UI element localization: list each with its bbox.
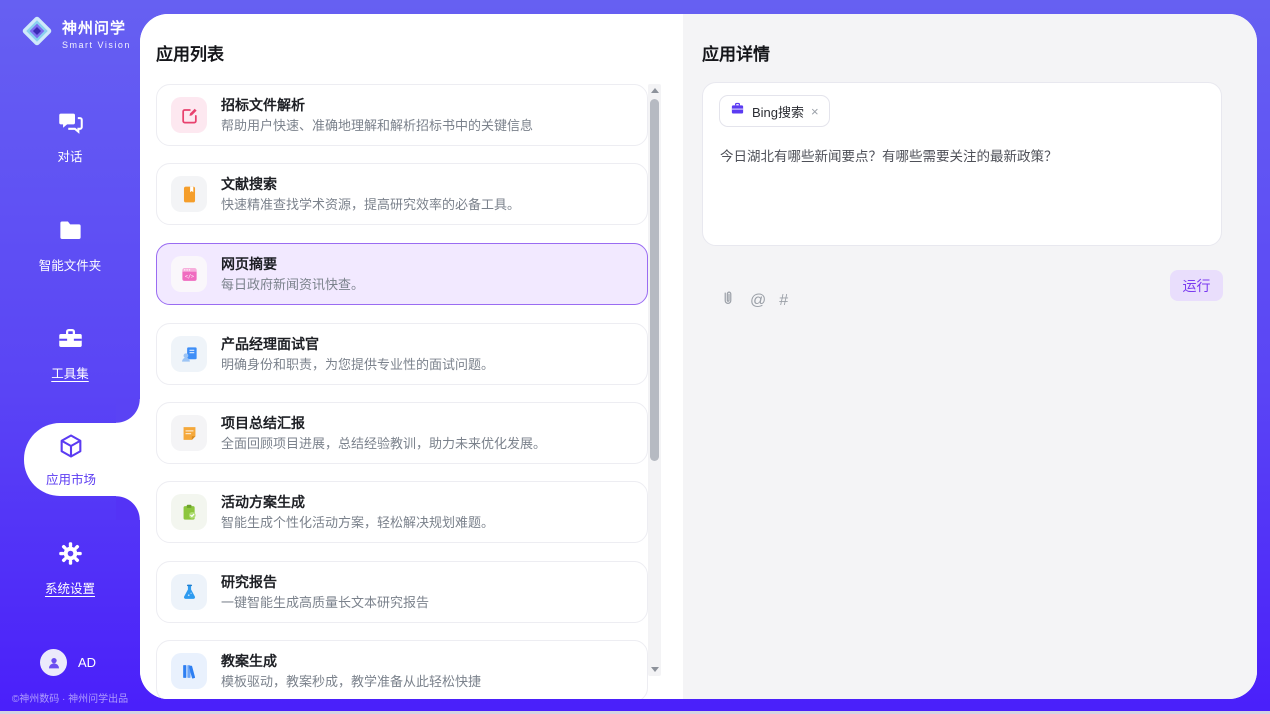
sidebar-item-toolset[interactable]: 工具集 [0, 325, 140, 382]
book-icon [171, 176, 207, 212]
app-card-title: 教案生成 [221, 652, 481, 670]
svg-text:</>: </> [184, 274, 193, 280]
sidebar-item-chat[interactable]: 对话 [0, 108, 140, 165]
person-icon [46, 655, 62, 671]
composer-toolbar: @ # [719, 288, 788, 313]
brand-name: 神州问学 [62, 17, 131, 38]
bubble-notch-top [116, 399, 140, 423]
app-card-title: 项目总结汇报 [221, 414, 546, 432]
flask-icon [171, 574, 207, 610]
app-detail-panel: 应用详情 Bing搜索 × 今日湖北有哪些新闻要点？有哪些需要关注的最新政策？ [683, 14, 1257, 699]
app-card-lesson-plan[interactable]: 教案生成 模板驱动，教案秒成，教学准备从此轻松快捷 [156, 640, 648, 699]
app-card-web-summary[interactable]: </> 网页摘要 每日政府新闻资讯快查。 [156, 243, 648, 305]
brand-logo-icon [18, 12, 56, 55]
app-card-pm-interviewer[interactable]: 产品经理面试官 明确身份和职责，为您提供专业性的面试问题。 [156, 323, 648, 385]
app-card-project-summary[interactable]: 项目总结汇报 全面回顾项目进展，总结经验教训，助力未来优化发展。 [156, 402, 648, 464]
toolbox-icon [57, 339, 84, 356]
tool-chip-bing-search[interactable]: Bing搜索 × [719, 95, 830, 127]
app-card-tender-analysis[interactable]: 招标文件解析 帮助用户快速、准确地理解和解析招标书中的关键信息 [156, 84, 648, 146]
copyright-text: ©神州数码 · 神州问学出品 [0, 690, 140, 705]
app-card-title: 活动方案生成 [221, 493, 494, 511]
app-list-panel: 应用列表 招标文件解析 帮助用户快速、准确地理解和解析招标书中的关键信息 [140, 14, 683, 699]
sidebar-item-settings[interactable]: 系统设置 [0, 540, 140, 597]
app-card-event-plan[interactable]: 活动方案生成 智能生成个性化活动方案，轻松解决规划难题。 [156, 481, 648, 543]
app-list-scrollbar[interactable] [648, 84, 661, 676]
app-card-desc: 一键智能生成高质量长文本研究报告 [221, 594, 429, 611]
run-button[interactable]: 运行 [1170, 270, 1223, 301]
bubble-notch-bottom [116, 496, 140, 520]
app-list-title: 应用列表 [156, 40, 224, 65]
briefcase-icon [730, 101, 745, 121]
sidebar-item-label: 系统设置 [0, 578, 140, 597]
at-icon[interactable]: @ [750, 292, 766, 310]
chip-close-icon[interactable]: × [811, 105, 819, 118]
app-card-desc: 模板驱动，教案秒成，教学准备从此轻松快捷 [221, 673, 481, 690]
sidebar: 神州问学 Smart Vision 对话 智能文件夹 [0, 0, 140, 714]
gear-icon [57, 554, 84, 571]
scroll-up-arrow[interactable] [648, 84, 661, 97]
books-icon [171, 653, 207, 689]
hash-icon[interactable]: # [779, 292, 788, 310]
scroll-down-arrow[interactable] [648, 663, 661, 676]
sidebar-item-smart-folder[interactable]: 智能文件夹 [0, 217, 140, 274]
cube-icon [57, 432, 85, 465]
main-panel: 应用列表 招标文件解析 帮助用户快速、准确地理解和解析招标书中的关键信息 [140, 14, 1257, 699]
sidebar-item-label: 对话 [0, 146, 140, 165]
app-card-title: 招标文件解析 [221, 96, 533, 114]
sidebar-item-label: 工具集 [0, 363, 140, 382]
app-detail-title: 应用详情 [702, 40, 770, 65]
folder-icon [57, 231, 84, 248]
paperclip-icon[interactable] [719, 288, 737, 313]
sidebar-item-label: 智能文件夹 [0, 255, 140, 274]
browser-code-icon: </> [171, 256, 207, 292]
app-card-desc: 明确身份和职责，为您提供专业性的面试问题。 [221, 356, 494, 373]
sidebar-item-app-market[interactable]: 应用市场 [24, 423, 140, 496]
brand: 神州问学 Smart Vision [18, 12, 131, 55]
tool-chip-label: Bing搜索 [752, 102, 804, 121]
sidebar-item-label: 应用市场 [46, 469, 96, 488]
app-card-title: 产品经理面试官 [221, 335, 494, 353]
chat-icon [57, 122, 84, 139]
app-card-desc: 每日政府新闻资讯快查。 [221, 276, 364, 293]
scrollbar-thumb[interactable] [650, 99, 659, 461]
app-window: 神州问学 Smart Vision 对话 智能文件夹 [0, 0, 1270, 714]
app-card-research-report[interactable]: 研究报告 一键智能生成高质量长文本研究报告 [156, 561, 648, 623]
query-text[interactable]: 今日湖北有哪些新闻要点？有哪些需要关注的最新政策？ [720, 145, 1200, 165]
note-icon [171, 415, 207, 451]
composer-card: Bing搜索 × 今日湖北有哪些新闻要点？有哪些需要关注的最新政策？ @ # [702, 82, 1222, 246]
app-card-literature-search[interactable]: 文献搜索 快速精准查找学术资源，提高研究效率的必备工具。 [156, 163, 648, 225]
app-card-desc: 全面回顾项目进展，总结经验教训，助力未来优化发展。 [221, 435, 546, 452]
app-card-title: 文献搜索 [221, 175, 520, 193]
interviewer-icon [171, 336, 207, 372]
app-card-desc: 智能生成个性化活动方案，轻松解决规划难题。 [221, 514, 494, 531]
app-card-title: 研究报告 [221, 573, 429, 591]
avatar[interactable] [40, 649, 67, 676]
app-card-title: 网页摘要 [221, 255, 364, 273]
app-card-desc: 快速精准查找学术资源，提高研究效率的必备工具。 [221, 196, 520, 213]
clipboard-check-icon [171, 494, 207, 530]
app-card-desc: 帮助用户快速、准确地理解和解析招标书中的关键信息 [221, 117, 533, 134]
edit-square-icon [171, 97, 207, 133]
brand-tagline: Smart Vision [62, 40, 131, 50]
user-account[interactable]: AD [40, 649, 96, 676]
user-name: AD [78, 655, 96, 670]
